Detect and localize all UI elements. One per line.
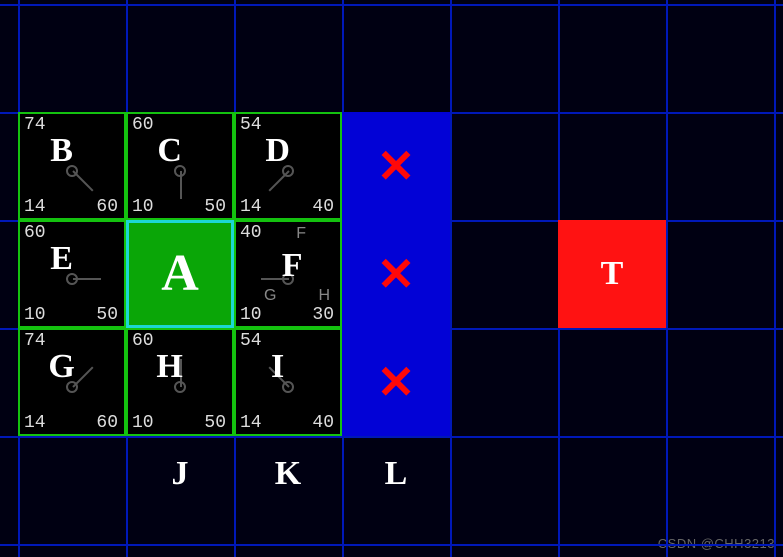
h-cost: 40: [312, 198, 334, 216]
target-label: T: [601, 257, 624, 291]
parent-arrow: [268, 170, 289, 191]
grid-line-vertical: [774, 0, 776, 557]
grid-line-vertical: [666, 0, 668, 557]
g-cost: 10: [240, 306, 262, 324]
mini-h: H: [318, 288, 330, 304]
node-label: C: [157, 134, 182, 168]
f-cost: 60: [132, 116, 154, 134]
h-cost: 40: [312, 414, 334, 432]
f-cost: 74: [24, 332, 46, 350]
open-node-D: 54 14 40 D: [234, 112, 342, 220]
start-label: A: [161, 248, 199, 300]
node-label: D: [265, 134, 290, 168]
h-cost: 30: [312, 306, 334, 324]
mini-f: F: [296, 226, 306, 242]
pathfinding-diagram: CSDN @CHH3213 TA741460B601050C541440D601…: [0, 0, 783, 557]
blocked-icon: ✕: [377, 359, 416, 405]
node-label: F: [282, 249, 303, 283]
h-cost: 60: [96, 198, 118, 216]
outer-label-L: L: [385, 457, 408, 491]
h-cost: 50: [204, 414, 226, 432]
open-node-F: 401030FFGH: [234, 220, 342, 328]
grid-line-horizontal: [0, 436, 783, 438]
f-cost: 40: [240, 224, 262, 242]
g-cost: 14: [240, 414, 262, 432]
grid-line-horizontal: [0, 4, 783, 6]
node-label: I: [271, 350, 284, 384]
grid-line-horizontal: [0, 544, 783, 546]
target-cell: T: [558, 220, 666, 328]
open-node-I: 54 14 40 I: [234, 328, 342, 436]
h-cost: 50: [204, 198, 226, 216]
g-cost: 14: [24, 198, 46, 216]
f-cost: 60: [24, 224, 46, 242]
node-label: E: [50, 242, 73, 276]
open-node-C: 60 10 50 C: [126, 112, 234, 220]
g-cost: 10: [132, 198, 154, 216]
grid-line-vertical: [450, 0, 452, 557]
g-cost: 10: [132, 414, 154, 432]
outer-label-J: J: [172, 457, 189, 491]
h-cost: 60: [96, 414, 118, 432]
g-cost: 14: [240, 198, 262, 216]
blocked-icon: ✕: [377, 251, 416, 297]
h-cost: 50: [96, 306, 118, 324]
node-label: H: [156, 350, 182, 384]
f-cost: 60: [132, 332, 154, 350]
outer-label-K: K: [275, 457, 301, 491]
f-cost: 74: [24, 116, 46, 134]
parent-arrow: [72, 170, 93, 191]
f-cost: 54: [240, 332, 262, 350]
open-node-B: 74 14 60 B: [18, 112, 126, 220]
open-node-H: 60 10 50 H: [126, 328, 234, 436]
node-label: G: [48, 350, 74, 384]
g-cost: 10: [24, 306, 46, 324]
blocked-icon: ✕: [377, 143, 416, 189]
parent-arrow: [72, 367, 93, 388]
open-node-G: 74 14 60 G: [18, 328, 126, 436]
mini-g: G: [264, 288, 276, 304]
node-label: B: [50, 134, 73, 168]
f-cost: 54: [240, 116, 262, 134]
open-node-E: 60 10 50 E: [18, 220, 126, 328]
start-cell: A: [126, 220, 234, 328]
parent-arrow: [180, 171, 182, 199]
g-cost: 14: [24, 414, 46, 432]
parent-arrow: [73, 278, 101, 280]
